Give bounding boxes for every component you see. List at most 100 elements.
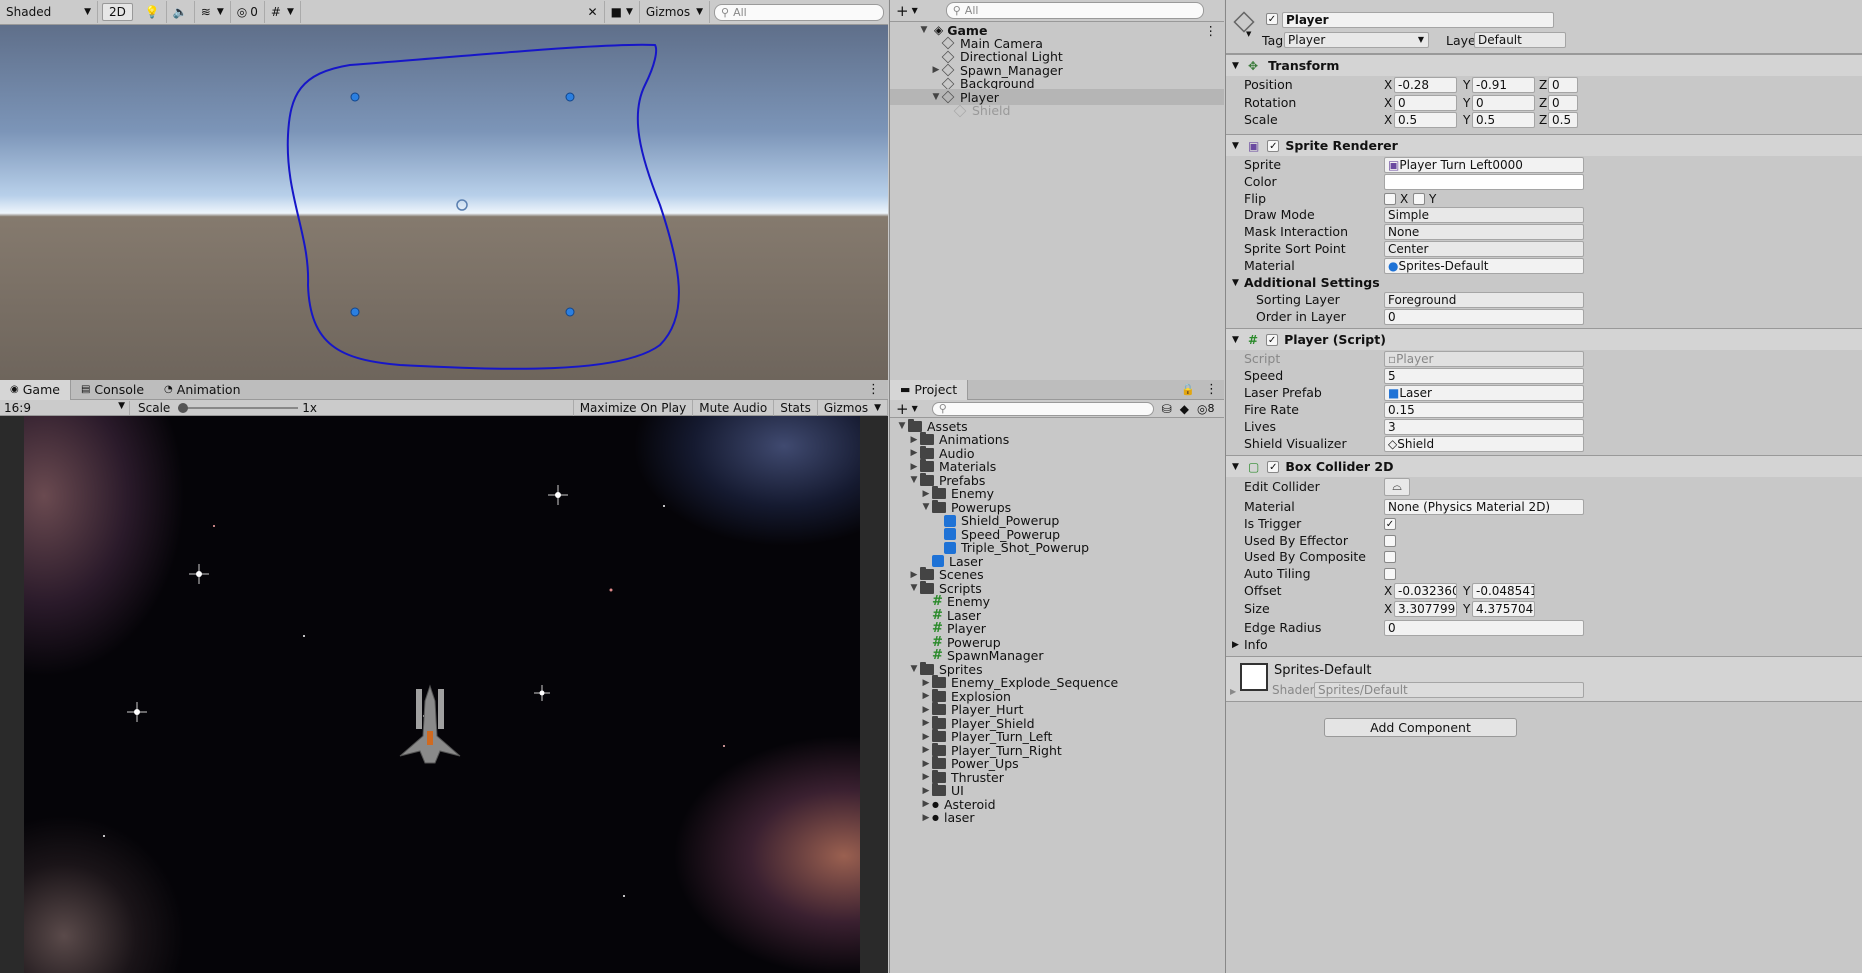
expand-arrow-icon[interactable]: ▼: [1232, 335, 1244, 345]
layer-dropdown[interactable]: Default: [1474, 32, 1566, 48]
expand-arrow-icon[interactable]: ▶: [920, 691, 932, 701]
effects-toggle[interactable]: ≋ ▼: [195, 1, 231, 23]
expand-arrow-icon[interactable]: ▼: [1232, 462, 1244, 472]
active-checkbox[interactable]: ✓: [1266, 13, 1278, 25]
mute-audio-button[interactable]: Mute Audio: [693, 399, 775, 416]
shading-mode-dropdown[interactable]: Shaded ▼: [0, 1, 98, 23]
project-create-dropdown[interactable]: + ▼: [890, 400, 924, 418]
sprite-renderer-header[interactable]: ▼ ▣ ✓ Sprite Renderer: [1226, 134, 1862, 156]
scale-slider[interactable]: [178, 402, 299, 414]
2d-toggle[interactable]: 2D: [102, 3, 133, 21]
project-item[interactable]: ▶ ● laser: [890, 810, 1224, 826]
player-script-header[interactable]: ▼ # ✓ Player (Script): [1226, 328, 1862, 350]
expand-arrow-icon[interactable]: ▶: [920, 799, 932, 809]
scene-search-input[interactable]: ⚲ All: [714, 3, 884, 21]
physics-material-field[interactable]: None (Physics Material 2D): [1384, 498, 1584, 515]
search-by-label-icon[interactable]: ◆: [1180, 402, 1189, 416]
add-component-button[interactable]: Add Component: [1324, 718, 1517, 737]
edit-collider-button[interactable]: ⌓: [1384, 477, 1410, 496]
used-by-effector-checkbox[interactable]: [1384, 534, 1396, 547]
tab-game[interactable]: ◉ Game: [0, 380, 71, 400]
scene-visibility-toggle[interactable]: ◎ 0: [231, 1, 265, 23]
scale-y-field[interactable]: 0.5: [1472, 111, 1535, 128]
tools-toggle[interactable]: ✕: [582, 1, 605, 23]
expand-arrow-icon[interactable]: ▼: [1232, 278, 1239, 288]
rotation-x-field[interactable]: 0: [1394, 94, 1457, 111]
auto-tiling-checkbox[interactable]: [1384, 567, 1396, 580]
transform-header[interactable]: ▼ ✥ Transform: [1226, 54, 1862, 76]
search-by-type-icon[interactable]: ⛁: [1162, 402, 1172, 416]
game-viewport[interactable]: [24, 416, 860, 973]
expand-arrow-icon[interactable]: ▶: [908, 448, 920, 458]
expand-arrow-icon[interactable]: ▶: [920, 718, 932, 728]
flip-x-checkbox[interactable]: [1384, 192, 1396, 205]
aspect-dropdown[interactable]: 16:9 ▼: [0, 400, 130, 415]
shader-dropdown[interactable]: Sprites/Default: [1314, 682, 1584, 698]
lives-field[interactable]: 3: [1384, 418, 1584, 435]
expand-arrow-icon[interactable]: ▼: [908, 583, 920, 593]
speed-field[interactable]: 5: [1384, 367, 1584, 384]
sorting-layer-dropdown[interactable]: Foreground: [1384, 291, 1584, 308]
scale-slider-handle[interactable]: [178, 402, 189, 413]
expand-arrow-icon[interactable]: ▼: [1232, 141, 1244, 151]
more-options-icon[interactable]: ⋮: [859, 382, 888, 397]
tab-animation[interactable]: ◔ Animation: [154, 380, 250, 400]
box-collider-enabled-checkbox[interactable]: ✓: [1267, 460, 1280, 473]
used-by-composite-checkbox[interactable]: [1384, 550, 1396, 563]
fire-rate-field[interactable]: 0.15: [1384, 401, 1584, 418]
expand-arrow-icon[interactable]: ▶: [920, 813, 932, 823]
hierarchy-search-input[interactable]: ⚲ All: [945, 2, 1204, 19]
expand-arrow-icon[interactable]: ▶: [920, 678, 932, 688]
expand-arrow-icon[interactable]: ▼: [920, 502, 932, 512]
is-trigger-checkbox[interactable]: ✓: [1384, 517, 1396, 530]
size-y-field[interactable]: 4.375704: [1472, 600, 1535, 617]
shield-visualizer-field[interactable]: ◇Shield: [1384, 435, 1584, 452]
expand-arrow-icon[interactable]: ▶: [1232, 640, 1239, 650]
tag-dropdown[interactable]: Player ▼: [1284, 32, 1429, 48]
expand-arrow-icon[interactable]: ▶: [920, 772, 932, 782]
flip-y-checkbox[interactable]: [1413, 192, 1425, 205]
mask-interaction-dropdown[interactable]: None: [1384, 223, 1584, 240]
size-x-field[interactable]: 3.307799: [1394, 600, 1457, 617]
expand-arrow-icon[interactable]: ▶: [920, 786, 932, 796]
grid-toggle[interactable]: # ▼: [265, 1, 301, 23]
camera-dropdown[interactable]: ■ ▼: [605, 1, 640, 23]
sprite-renderer-enabled-checkbox[interactable]: ✓: [1267, 139, 1280, 152]
expand-arrow-icon[interactable]: ▼: [896, 421, 908, 431]
player-script-enabled-checkbox[interactable]: ✓: [1266, 333, 1279, 346]
eye-hidden-icon[interactable]: ◎: [1197, 402, 1207, 416]
scale-x-field[interactable]: 0.5: [1394, 111, 1457, 128]
game-gizmos-dropdown[interactable]: Gizmos ▼: [818, 399, 888, 416]
position-z-field[interactable]: 0: [1548, 76, 1578, 93]
expand-arrow-icon[interactable]: ▶: [920, 745, 932, 755]
lighting-toggle[interactable]: 💡: [139, 1, 167, 23]
laser-prefab-field[interactable]: ■Laser: [1384, 384, 1584, 401]
expand-arrow-icon[interactable]: ▼: [908, 475, 920, 485]
offset-x-field[interactable]: -0.0323604: [1394, 582, 1457, 599]
create-dropdown[interactable]: + ▼: [890, 0, 924, 22]
scene-viewport[interactable]: [0, 25, 888, 380]
hierarchy-item[interactable]: Shield: [890, 103, 1224, 119]
more-options-icon[interactable]: ⋮: [1199, 382, 1224, 397]
box-collider-header[interactable]: ▼ ▢ ✓ Box Collider 2D: [1226, 455, 1862, 477]
expand-arrow-icon[interactable]: ▶: [1230, 687, 1236, 696]
rotation-z-field[interactable]: 0: [1548, 94, 1578, 111]
color-swatch[interactable]: [1384, 173, 1584, 190]
expand-arrow-icon[interactable]: ▶: [920, 759, 932, 769]
expand-arrow-icon[interactable]: ▶: [908, 570, 920, 580]
order-in-layer-field[interactable]: 0: [1384, 308, 1584, 325]
draw-mode-dropdown[interactable]: Simple: [1384, 206, 1584, 223]
audio-toggle[interactable]: 🔈: [167, 1, 195, 23]
object-name-input[interactable]: Player: [1282, 12, 1554, 28]
position-y-field[interactable]: -0.91: [1472, 76, 1535, 93]
expand-arrow-icon[interactable]: ▶: [920, 489, 932, 499]
sprite-field[interactable]: ▣Player Turn Left0000: [1384, 156, 1584, 173]
offset-y-field[interactable]: -0.0485415: [1472, 582, 1535, 599]
scale-z-field[interactable]: 0.5: [1548, 111, 1578, 128]
sort-point-dropdown[interactable]: Center: [1384, 240, 1584, 257]
expand-arrow-icon[interactable]: ▼: [918, 25, 930, 35]
expand-arrow-icon[interactable]: ▶: [908, 462, 920, 472]
position-x-field[interactable]: -0.28: [1394, 76, 1457, 93]
expand-arrow-icon[interactable]: ▼: [930, 92, 942, 102]
tab-console[interactable]: ▤ Console: [71, 380, 154, 400]
